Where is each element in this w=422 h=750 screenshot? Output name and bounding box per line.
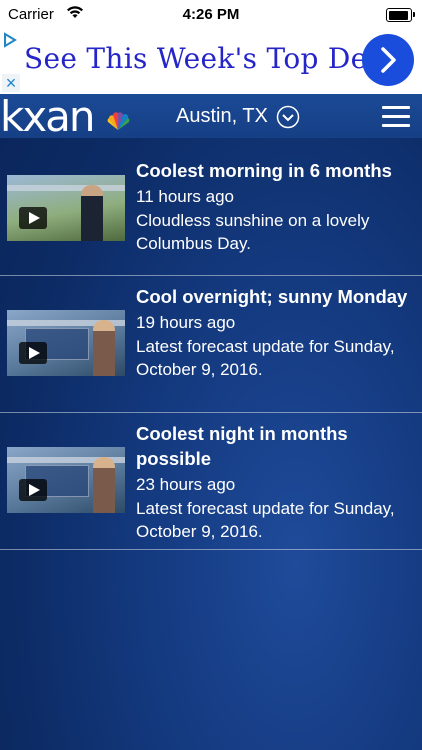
- menu-line: [382, 106, 410, 109]
- video-thumbnail[interactable]: [7, 175, 125, 241]
- news-title[interactable]: Coolest night in months possible: [136, 421, 410, 471]
- news-text: Coolest night in months possible 23 hour…: [136, 421, 410, 543]
- app-header: kxan Austin, TX: [0, 92, 422, 141]
- close-icon[interactable]: ×: [2, 74, 20, 92]
- clock: 4:26 PM: [182, 6, 240, 23]
- news-item[interactable]: Coolest night in months possible 23 hour…: [0, 413, 422, 550]
- play-icon[interactable]: [19, 207, 47, 229]
- news-text: Coolest morning in 6 months 11 hours ago…: [136, 158, 410, 255]
- news-description: Latest forecast update for Sunday, Octob…: [136, 499, 395, 541]
- news-item[interactable]: Cool overnight; sunny Monday 19 hours ag…: [0, 276, 422, 413]
- presenter-figure: [93, 457, 115, 513]
- news-description: Latest forecast update for Sunday, Octob…: [136, 337, 395, 379]
- presenter-figure: [93, 320, 115, 376]
- station-logo[interactable]: kxan: [0, 92, 96, 141]
- play-icon[interactable]: [19, 342, 47, 364]
- thumbnail-banner: [7, 185, 125, 191]
- news-title[interactable]: Coolest morning in 6 months: [136, 158, 410, 183]
- battery-icon: [386, 8, 415, 22]
- video-thumbnail[interactable]: [7, 310, 125, 376]
- news-text: Cool overnight; sunny Monday 19 hours ag…: [136, 284, 410, 381]
- news-description: Cloudless sunshine on a lovely Columbus …: [136, 211, 370, 253]
- news-list: Coolest morning in 6 months 11 hours ago…: [0, 138, 422, 550]
- news-age: 23 hours ago: [136, 475, 236, 494]
- location-selector[interactable]: Austin, TX: [176, 105, 268, 128]
- status-bar: Carrier 4:26 PM: [0, 0, 422, 28]
- ad-choices-icon[interactable]: [2, 32, 20, 50]
- news-age: 11 hours ago: [136, 187, 234, 206]
- news-item[interactable]: Coolest morning in 6 months 11 hours ago…: [0, 138, 422, 276]
- battery-fill: [388, 10, 408, 20]
- menu-line: [382, 124, 410, 127]
- ad-banner[interactable]: × See This Week's Top Deals: [0, 28, 422, 94]
- play-icon[interactable]: [19, 479, 47, 501]
- nbc-peacock-icon: [107, 112, 130, 130]
- video-thumbnail[interactable]: [7, 447, 125, 513]
- news-title[interactable]: Cool overnight; sunny Monday: [136, 284, 410, 309]
- hamburger-menu-icon[interactable]: [382, 106, 410, 127]
- chevron-down-icon[interactable]: [276, 105, 300, 129]
- news-age: 19 hours ago: [136, 313, 236, 332]
- chevron-right-icon[interactable]: [362, 34, 414, 86]
- ad-headline[interactable]: See This Week's Top Deals: [24, 42, 408, 75]
- presenter-figure: [81, 185, 103, 241]
- menu-line: [382, 115, 410, 118]
